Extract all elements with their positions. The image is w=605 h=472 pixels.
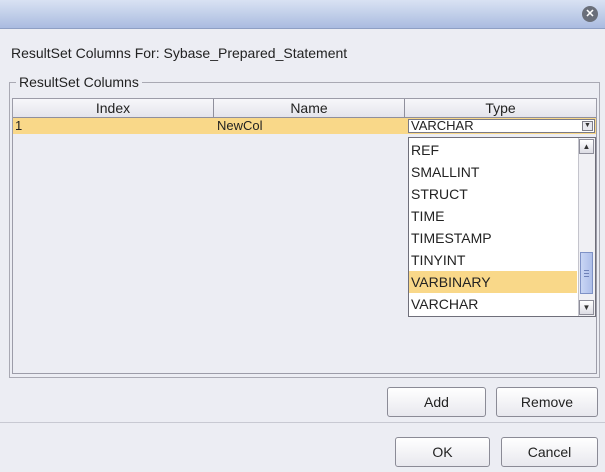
column-header-index[interactable]: Index [13, 99, 214, 118]
type-option-varbinary[interactable]: VARBINARY [409, 271, 577, 293]
close-icon[interactable]: ✕ [582, 6, 598, 22]
type-option-timestamp[interactable]: TIMESTAMP [409, 227, 577, 249]
add-button[interactable]: Add [387, 387, 486, 417]
type-option-tinyint[interactable]: TINYINT [409, 249, 577, 271]
chevron-down-icon[interactable]: ▼ [582, 121, 593, 131]
dialog-title-bar[interactable]: ✕ [0, 0, 605, 29]
row-index-cell[interactable]: 1 [15, 118, 22, 134]
column-header-name[interactable]: Name [214, 99, 405, 118]
type-option-ref[interactable]: REF [409, 139, 577, 161]
group-title: ResultSet Columns [16, 74, 142, 90]
scroll-down-icon[interactable]: ▼ [579, 300, 594, 315]
type-option-smallint[interactable]: SMALLINT [409, 161, 577, 183]
type-option-time[interactable]: TIME [409, 205, 577, 227]
remove-button[interactable]: Remove [496, 387, 598, 417]
resultset-header-label: ResultSet Columns For: Sybase_Prepared_S… [11, 45, 348, 61]
row-name-cell[interactable]: NewCol [217, 118, 263, 134]
column-header-type[interactable]: Type [405, 99, 596, 118]
scrollbar-thumb[interactable] [580, 252, 593, 294]
type-option-varchar[interactable]: VARCHAR [409, 293, 577, 315]
type-combo-box[interactable]: VARCHAR ▼ [408, 119, 595, 133]
ok-button[interactable]: OK [395, 437, 490, 467]
footer-divider [0, 422, 605, 423]
scroll-up-icon[interactable]: ▲ [579, 139, 594, 154]
cancel-button[interactable]: Cancel [501, 437, 598, 467]
type-combo-value: VARCHAR [411, 118, 474, 133]
type-option-struct[interactable]: STRUCT [409, 183, 577, 205]
